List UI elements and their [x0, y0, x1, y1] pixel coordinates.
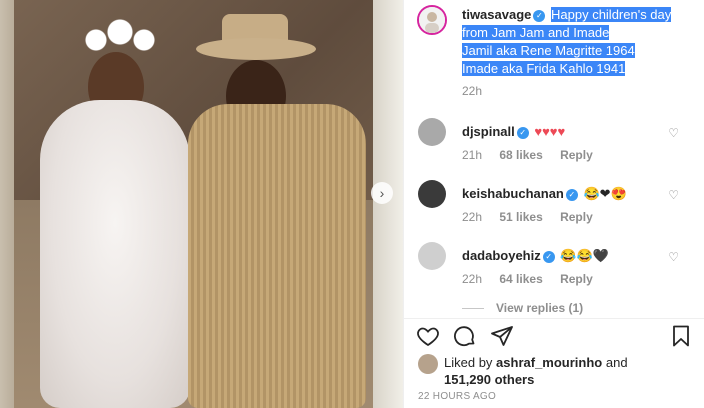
verified-badge-icon: ✓ [565, 188, 578, 201]
verified-badge-icon: ✓ [516, 126, 529, 139]
likes-text: Liked by ashraf_mourinho and 151,290 oth… [444, 354, 628, 388]
post-side-panel: tiwasavage ✓ Happy children's day from Ja… [403, 0, 704, 408]
share-paper-plane-icon[interactable] [490, 324, 514, 348]
commenter-avatar[interactable] [418, 118, 446, 146]
liked-by-and: and [605, 355, 628, 370]
carousel-next-button[interactable]: › [371, 182, 393, 204]
comment-username[interactable]: djspinall [462, 124, 515, 139]
comment-time: 22h [462, 210, 483, 224]
caption-line-2: from Jam Jam and Imade [462, 25, 610, 40]
post-action-bar [404, 318, 704, 354]
comment-username[interactable]: dadaboyehiz [462, 248, 541, 263]
post-timestamp[interactable]: 22 HOURS AGO [418, 391, 496, 402]
comment-item: keishabuchanan ✓ 😂❤😍 22h 51 likes Reply ♡ [404, 180, 704, 240]
comment-reply-button[interactable]: Reply [560, 148, 593, 162]
liked-by-prefix: Liked by [444, 355, 493, 370]
comment-meta: 22h 64 likes Reply [462, 272, 607, 286]
photo-left-border [0, 0, 14, 408]
comment-item: djspinall ✓ ♥♥♥♥ 21h 68 likes Reply ♡ [404, 118, 704, 178]
comment-text: djspinall ✓ ♥♥♥♥ [462, 124, 565, 139]
comment-body: 😂❤😍 [583, 186, 627, 201]
comment-text: dadaboyehiz ✓ 😂😂🖤 [462, 248, 609, 264]
comment-like-heart-icon[interactable]: ♡ [668, 126, 679, 140]
author-avatar[interactable] [417, 5, 447, 35]
liked-by-user-link[interactable]: ashraf_mourinho [496, 355, 602, 370]
comment-body: 😂😂🖤 [560, 248, 609, 263]
comment-like-heart-icon[interactable]: ♡ [668, 188, 679, 202]
others-count-link[interactable]: 151,290 others [444, 372, 534, 387]
save-bookmark-icon[interactable] [669, 324, 693, 348]
comment-bubble-icon[interactable] [453, 324, 477, 348]
comment-text: keishabuchanan ✓ 😂❤😍 [462, 186, 627, 202]
replies-dash-divider [462, 308, 484, 310]
caption-line-4: Imade aka Frida Kahlo 1941 [462, 61, 626, 76]
caption-username[interactable]: tiwasavage [462, 7, 531, 22]
photo-right-border [373, 0, 403, 408]
comment-like-heart-icon[interactable]: ♡ [668, 250, 679, 264]
caption-timestamp: 22h [462, 84, 483, 98]
verified-badge-icon: ✓ [533, 9, 546, 22]
boy-figure-suit [188, 104, 366, 408]
comment-reply-button[interactable]: Reply [560, 272, 593, 286]
verified-badge-icon: ✓ [542, 250, 555, 263]
caption-line-3: Jamil aka Rene Magritte 1964 [462, 43, 635, 58]
likes-summary: Liked by ashraf_mourinho and 151,290 oth… [404, 352, 704, 392]
comments-scroll-area[interactable]: tiwasavage ✓ Happy children's day from Ja… [404, 0, 704, 319]
comment-reply-button[interactable]: Reply [560, 210, 593, 224]
commenter-avatar[interactable] [418, 242, 446, 270]
comment-username[interactable]: keishabuchanan [462, 186, 564, 201]
comment-meta: 21h 68 likes Reply [462, 148, 607, 162]
view-replies-link[interactable]: View replies (1) [462, 301, 583, 315]
comment-item: dadaboyehiz ✓ 😂😂🖤 22h 64 likes Reply ♡ [404, 242, 704, 302]
comment-meta: 22h 51 likes Reply [462, 210, 607, 224]
like-heart-icon[interactable] [416, 324, 440, 348]
post-photo: › [0, 0, 403, 408]
post-caption: tiwasavage ✓ Happy children's day from Ja… [462, 6, 698, 78]
comment-likes[interactable]: 68 likes [499, 148, 542, 162]
view-replies-label: View replies (1) [496, 301, 584, 315]
boater-hat-brim [196, 38, 316, 60]
comment-likes[interactable]: 51 likes [499, 210, 542, 224]
liker-avatar[interactable] [418, 354, 438, 374]
chevron-right-icon: › [379, 185, 385, 201]
flower-crown [80, 16, 160, 56]
commenter-avatar[interactable] [418, 180, 446, 208]
comment-likes[interactable]: 64 likes [499, 272, 542, 286]
comment-time: 22h [462, 272, 483, 286]
caption-line-1: Happy children's day [551, 7, 672, 22]
girl-figure-dress [40, 100, 190, 408]
comment-body: ♥♥♥♥ [534, 124, 566, 139]
comment-time: 21h [462, 148, 483, 162]
